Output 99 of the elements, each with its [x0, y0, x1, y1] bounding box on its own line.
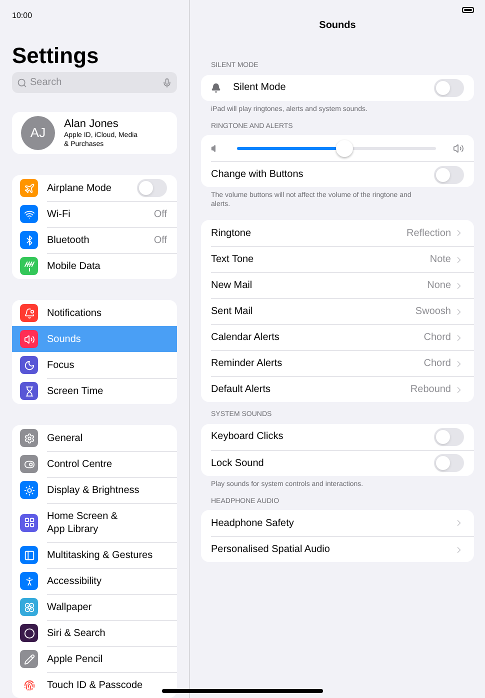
item-label: Mobile Data [47, 260, 102, 273]
speaker-high-icon [453, 142, 464, 154]
sidebar-item[interactable]: General [12, 425, 177, 451]
item-label: Focus [47, 358, 76, 372]
sidebar-item[interactable]: Multitasking & Gestures [12, 542, 177, 568]
sidebar-item[interactable]: Bluetooth Off [12, 227, 177, 253]
plane-icon [20, 179, 38, 197]
sidebar-item[interactable]: Apple Pencil [12, 646, 177, 672]
search-bar[interactable]: Search [12, 72, 177, 93]
item-label: Apple Pencil [47, 653, 104, 666]
row-value: Chord [424, 331, 451, 345]
orb-icon [20, 624, 38, 642]
profile-name: Alan Jones [64, 118, 120, 130]
toggle-switch[interactable] [434, 428, 464, 446]
pencil-icon [20, 650, 38, 668]
row-value: Rebound [410, 383, 451, 397]
item-value: Off [154, 208, 167, 222]
speaker-icon [20, 330, 38, 348]
bell-icon [211, 82, 221, 92]
item-label: Airplane Mode [47, 182, 112, 194]
item-value: Off [154, 234, 167, 248]
row-value: None [427, 279, 451, 293]
item-label: Touch ID & Passcode [47, 679, 144, 692]
item-label: Home Screen & App Library [47, 510, 119, 536]
item-label: Display & Brightness [47, 484, 140, 497]
settings-row[interactable]: Reminder Alerts Chord [201, 350, 474, 376]
item-label: Multitasking & Gestures [47, 549, 154, 562]
bluetooth-icon [20, 231, 38, 249]
sidebar-item[interactable]: Home Screen & App Library [12, 503, 177, 542]
item-label: Accessibility [47, 575, 102, 588]
row-label: Headphone Safety [211, 516, 295, 530]
sun-icon [20, 481, 38, 499]
row-label: Calendar Alerts [211, 331, 280, 345]
wifi-icon [20, 205, 38, 223]
row-value: Note [430, 253, 451, 267]
toggle-switch[interactable] [434, 78, 464, 96]
settings-row[interactable]: Calendar Alerts Chord [201, 324, 474, 350]
grid-icon [20, 514, 38, 532]
row-label: New Mail [211, 279, 254, 293]
sidebar-item[interactable]: Control Centre [12, 451, 177, 477]
sidebar-item[interactable]: Accessibility [12, 568, 177, 594]
microphone-icon [162, 78, 172, 88]
bell-icon [20, 304, 38, 322]
sidebar-item[interactable]: Wallpaper [12, 594, 177, 620]
row-value: Chord [424, 357, 451, 371]
item-label: Wi-Fi [47, 208, 72, 221]
item-label: Notifications [47, 306, 102, 320]
sidebar-item[interactable]: Mobile Data [12, 253, 177, 279]
hourglass-icon [20, 382, 38, 400]
settings-row[interactable]: New Mail None [201, 272, 474, 298]
switches-icon [20, 455, 38, 473]
row-label: Personalised Spatial Audio [211, 543, 331, 557]
item-label: Control Centre [47, 458, 114, 471]
row-value: Swoosh [415, 305, 451, 319]
sidebar-item[interactable]: Airplane Mode [12, 175, 177, 201]
sidebar-item[interactable]: Notifications [12, 300, 177, 326]
settings-row[interactable]: Text Tone Note [201, 246, 474, 272]
status-time: 10:00 [12, 11, 32, 20]
moon-icon [20, 356, 38, 374]
gear-icon [20, 429, 38, 447]
settings-row[interactable]: Sent Mail Swoosh [201, 298, 474, 324]
row-label: Ringtone [211, 226, 252, 240]
battery-icon [462, 7, 474, 13]
person-icon [20, 572, 38, 590]
search-field[interactable]: Search [30, 75, 159, 90]
item-label: Siri & Search [47, 627, 106, 640]
avatar: AJ [21, 116, 55, 150]
row-label: Text Tone [211, 253, 255, 267]
row-label: Default Alerts [211, 383, 272, 397]
page-title: Sounds [318, 19, 357, 33]
toggle-switch[interactable] [434, 454, 464, 472]
row-label: Sent Mail [211, 305, 254, 319]
sidebar-item[interactable]: Display & Brightness [12, 477, 177, 503]
row-label: Silent Mode [233, 81, 287, 95]
sidebar-item[interactable]: Siri & Search [12, 620, 177, 646]
item-label: Bluetooth [47, 234, 90, 247]
settings-row[interactable]: Default Alerts Rebound [201, 376, 474, 402]
sidebar-title: Settings [12, 44, 100, 68]
antenna-icon [20, 257, 38, 275]
sidebar-item[interactable]: Wi-Fi Off [12, 201, 177, 227]
row-label: Lock Sound [211, 456, 265, 470]
search-icon [17, 78, 27, 88]
sidebar-item[interactable]: Focus [12, 352, 177, 378]
item-label: General [47, 432, 84, 444]
item-label: Wallpaper [47, 601, 93, 614]
row-value: Reflection [406, 226, 451, 240]
settings-row[interactable]: Ringtone Reflection [201, 220, 474, 246]
settings-row[interactable]: Personalised Spatial Audio [201, 536, 474, 562]
flower-icon [20, 598, 38, 616]
toggle-switch[interactable] [137, 179, 167, 197]
panel-icon [20, 546, 38, 564]
item-label: Sounds [47, 332, 82, 346]
sidebar-item[interactable]: Screen Time [12, 378, 177, 404]
row-label: Keyboard Clicks [211, 430, 284, 444]
row-label: Change with Buttons [211, 168, 304, 182]
settings-row[interactable]: Headphone Safety [201, 510, 474, 536]
item-label: Screen Time [47, 385, 104, 398]
row-label: Reminder Alerts [211, 357, 284, 371]
toggle-switch[interactable] [434, 166, 464, 184]
